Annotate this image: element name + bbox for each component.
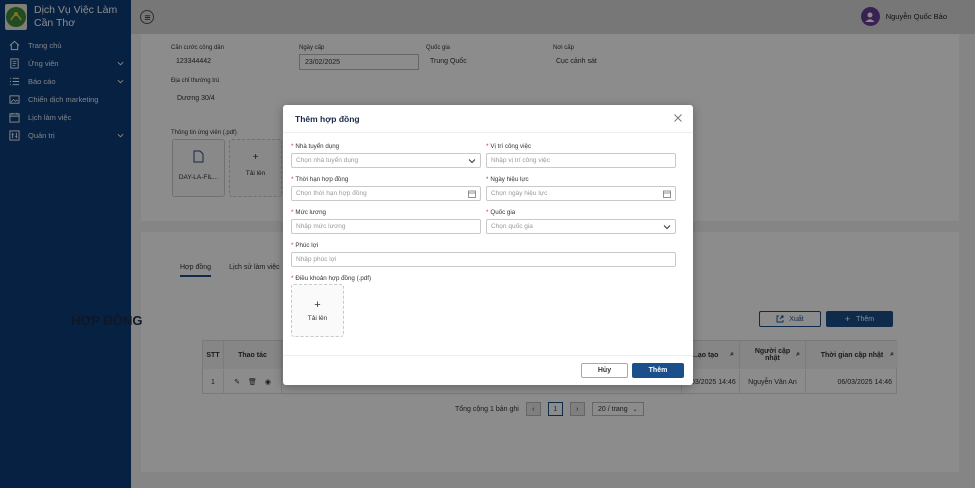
thoi-han-label: * Thời hạn hợp đồng <box>291 176 349 183</box>
dieu-khoan-label: * Điều khoản hợp đồng (.pdf) <box>291 275 372 282</box>
phuc-loi-input[interactable]: Nhập phúc lợi <box>291 252 676 267</box>
ngay-hieu-luc-label: * Ngày hiệu lực <box>486 176 529 183</box>
contract-upload-button[interactable]: + Tải lên <box>291 284 344 337</box>
ngay-hieu-luc-placeholder: Chọn ngày hiệu lực <box>491 190 548 197</box>
muc-luong-label: * Mức lương <box>291 209 326 216</box>
quoc-gia-select[interactable]: Chọn quốc gia <box>486 219 676 234</box>
quoc-gia-modal-label: * Quốc gia <box>486 209 516 216</box>
nha-tuyen-dung-select[interactable]: Chọn nhà tuyển dụng <box>291 153 481 168</box>
quoc-gia-placeholder: Chọn quốc gia <box>491 223 533 230</box>
add-contract-modal: Thêm hợp đồng * Nhà tuyển dụng Chọn nhà t… <box>283 105 693 385</box>
calendar-icon <box>468 190 476 198</box>
close-icon[interactable] <box>673 113 683 123</box>
ngay-hieu-luc-picker[interactable]: Chọn ngày hiệu lực <box>486 186 676 201</box>
vi-tri-placeholder: Nhập vị trí công việc <box>491 157 550 164</box>
chevron-down-icon <box>468 159 476 164</box>
vi-tri-input[interactable]: Nhập vị trí công việc <box>486 153 676 168</box>
modal-footer-divider <box>283 355 693 356</box>
nha-tuyen-dung-label: * Nhà tuyển dụng <box>291 143 340 150</box>
nha-tuyen-dung-placeholder: Chọn nhà tuyển dụng <box>296 157 359 164</box>
thoi-han-placeholder: Chọn thời hạn hợp đồng <box>296 190 367 197</box>
vi-tri-label: * Vị trí công việc <box>486 143 532 150</box>
chevron-down-icon <box>663 225 671 230</box>
phuc-loi-placeholder: Nhập phúc lợi <box>296 256 337 263</box>
modal-divider <box>283 132 693 133</box>
muc-luong-placeholder: Nhập mức lương <box>296 223 346 230</box>
phuc-loi-label: * Phúc lợi <box>291 242 319 249</box>
calendar-icon <box>663 190 671 198</box>
upload-label: Tải lên <box>307 314 328 322</box>
cancel-button[interactable]: Hủy <box>581 363 628 378</box>
submit-button[interactable]: Thêm <box>632 363 684 378</box>
plus-icon: + <box>314 298 321 311</box>
thoi-han-picker[interactable]: Chọn thời hạn hợp đồng <box>291 186 481 201</box>
muc-luong-input[interactable]: Nhập mức lương <box>291 219 481 234</box>
modal-title: Thêm hợp đồng <box>295 114 360 124</box>
